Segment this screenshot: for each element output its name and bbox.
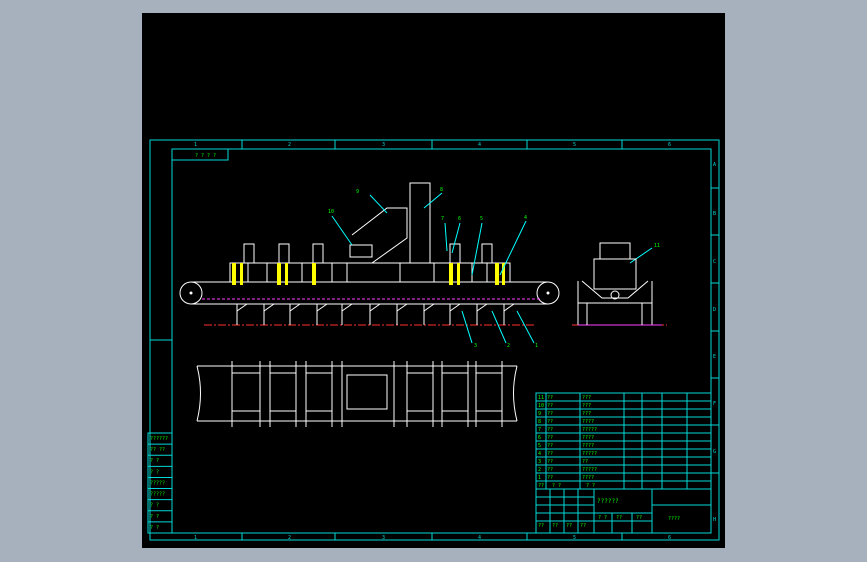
parts-header-cell: ? ?: [586, 483, 595, 489]
zone-top-1: 1: [194, 142, 197, 148]
plan-view: [196, 361, 518, 427]
parts-row-name: ??: [547, 475, 553, 481]
parts-row-code: ?????: [582, 467, 597, 473]
parts-row-code: ?????: [582, 427, 597, 433]
zone-right-b: B: [713, 211, 716, 217]
zone-right-a: A: [713, 162, 716, 168]
zone-bottom-6: 6: [668, 535, 671, 541]
scale-cell-1: ? ?: [598, 515, 607, 521]
parts-row-name: ??: [547, 427, 553, 433]
sign-cell-1: ??: [538, 523, 544, 529]
scale-cell-3: ??: [636, 515, 642, 521]
parts-row-no: 8: [538, 419, 541, 425]
side-stamp-cell: ? ?: [150, 458, 159, 464]
part-label-4: 4: [524, 215, 527, 221]
zone-top-2: 2: [288, 142, 291, 148]
zone-right-d: D: [713, 307, 716, 313]
side-stamp-cell: ?????: [150, 492, 165, 498]
zone-bottom-3: 3: [382, 535, 385, 541]
side-stamp: ?????? ?? ?? ? ? ? ??????????? ? ? ? ? ? ?: [147, 432, 173, 534]
parts-row-code: ?????: [582, 451, 597, 457]
parts-row-no: 3: [538, 459, 541, 465]
part-label-2: 2: [507, 343, 510, 349]
zone-bottom-4: 4: [478, 535, 481, 541]
parts-row-code: ????: [582, 475, 594, 481]
parts-row-no: 9: [538, 411, 541, 417]
feed-chute: [351, 207, 408, 264]
parts-row-no: 2: [538, 467, 541, 473]
zone-right-c: C: [713, 259, 716, 265]
conveyor-assembly-drawing: 1 2 3 4 5 6 1 2 3 4 5 6 A B C D E F G H …: [147, 139, 720, 541]
parts-header-cell: ? ?: [552, 483, 561, 489]
zone-top-5: 5: [573, 142, 576, 148]
parts-row-code: ????: [582, 435, 594, 441]
title-block: ?????? ???? ?? ?? ?? ?? ? ? ?? ??: [535, 488, 712, 534]
parts-row-code: ???: [582, 403, 591, 409]
side-stamp-cell: ??????: [150, 436, 168, 442]
parts-row-name: ??: [547, 443, 553, 449]
side-stamp-cell: ?? ??: [150, 447, 165, 453]
side-stamp-cell: ? ?: [150, 525, 159, 531]
parts-row-name: ??: [547, 435, 553, 441]
parts-row-no: 6: [538, 435, 541, 441]
zone-top-6: 6: [668, 142, 671, 148]
parts-row-no: 5: [538, 443, 541, 449]
parts-list: 11?? ???10?? ???9?? ???8?? ????7?? ?????6????…: [535, 392, 712, 490]
zone-bottom-5: 5: [573, 535, 576, 541]
part-label-7: 7: [441, 216, 444, 222]
zone-right-e: E: [713, 354, 716, 360]
drawing-frame: [149, 139, 720, 541]
parts-row-code: ???: [582, 395, 591, 401]
sign-cell-2: ??: [552, 523, 558, 529]
part-label-10: 10: [328, 209, 334, 215]
parts-row-name: ??: [547, 411, 553, 417]
part-label-6: 6: [458, 216, 461, 222]
parts-row-name: ??: [547, 467, 553, 473]
zone-bottom-2: 2: [288, 535, 291, 541]
parts-row-no: 11: [538, 395, 544, 401]
side-stamp-cell: ?????: [150, 480, 165, 486]
zone-bottom-1: 1: [194, 535, 197, 541]
top-left-tag: ? ? ? ?: [171, 148, 229, 161]
parts-row-name: ??: [547, 459, 553, 465]
parts-row-code: ????: [582, 419, 594, 425]
parts-row-name: ??: [547, 395, 553, 401]
parts-row-no: 7: [538, 427, 541, 433]
parts-row-no: 4: [538, 451, 541, 457]
zone-right-f: F: [713, 401, 716, 407]
svg-text:? ? ? ?: ? ? ? ?: [195, 153, 216, 159]
zone-right-g: G: [713, 449, 716, 455]
side-view: [577, 242, 662, 326]
side-stamp-cell: ? ?: [150, 503, 159, 509]
zone-top-3: 3: [382, 142, 385, 148]
part-label-3: 3: [474, 343, 477, 349]
parts-row-no: 10: [538, 403, 544, 409]
parts-row-code: ????: [582, 443, 594, 449]
scale-cell-2: ??: [616, 515, 622, 521]
part-label-9: 9: [356, 189, 359, 195]
part-label-5: 5: [480, 216, 483, 222]
drawing-name: ??????: [597, 498, 619, 505]
sign-cell-4: ??: [580, 523, 586, 529]
zone-top-4: 4: [478, 142, 481, 148]
side-stamp-cell: ? ?: [150, 469, 159, 475]
parts-row-name: ??: [547, 419, 553, 425]
parts-header-cell: ??: [538, 483, 544, 489]
discharge-tower: [409, 182, 431, 264]
parts-row-no: 1: [538, 475, 541, 481]
parts-row-name: ??: [547, 403, 553, 409]
parts-row-code: ???: [582, 411, 591, 417]
sign-cell-3: ??: [566, 523, 572, 529]
zone-right-h: H: [713, 517, 716, 523]
parts-row-name: ??: [547, 451, 553, 457]
side-stamp-cell: ? ?: [150, 514, 159, 520]
part-label-8: 8: [440, 187, 443, 193]
drawing-number: ????: [668, 516, 680, 522]
part-label-11: 11: [654, 243, 660, 249]
drawing-viewport[interactable]: 1 2 3 4 5 6 1 2 3 4 5 6 A B C D E F G H …: [142, 13, 725, 548]
part-label-1: 1: [535, 343, 538, 349]
parts-row-code: ??: [582, 459, 588, 465]
